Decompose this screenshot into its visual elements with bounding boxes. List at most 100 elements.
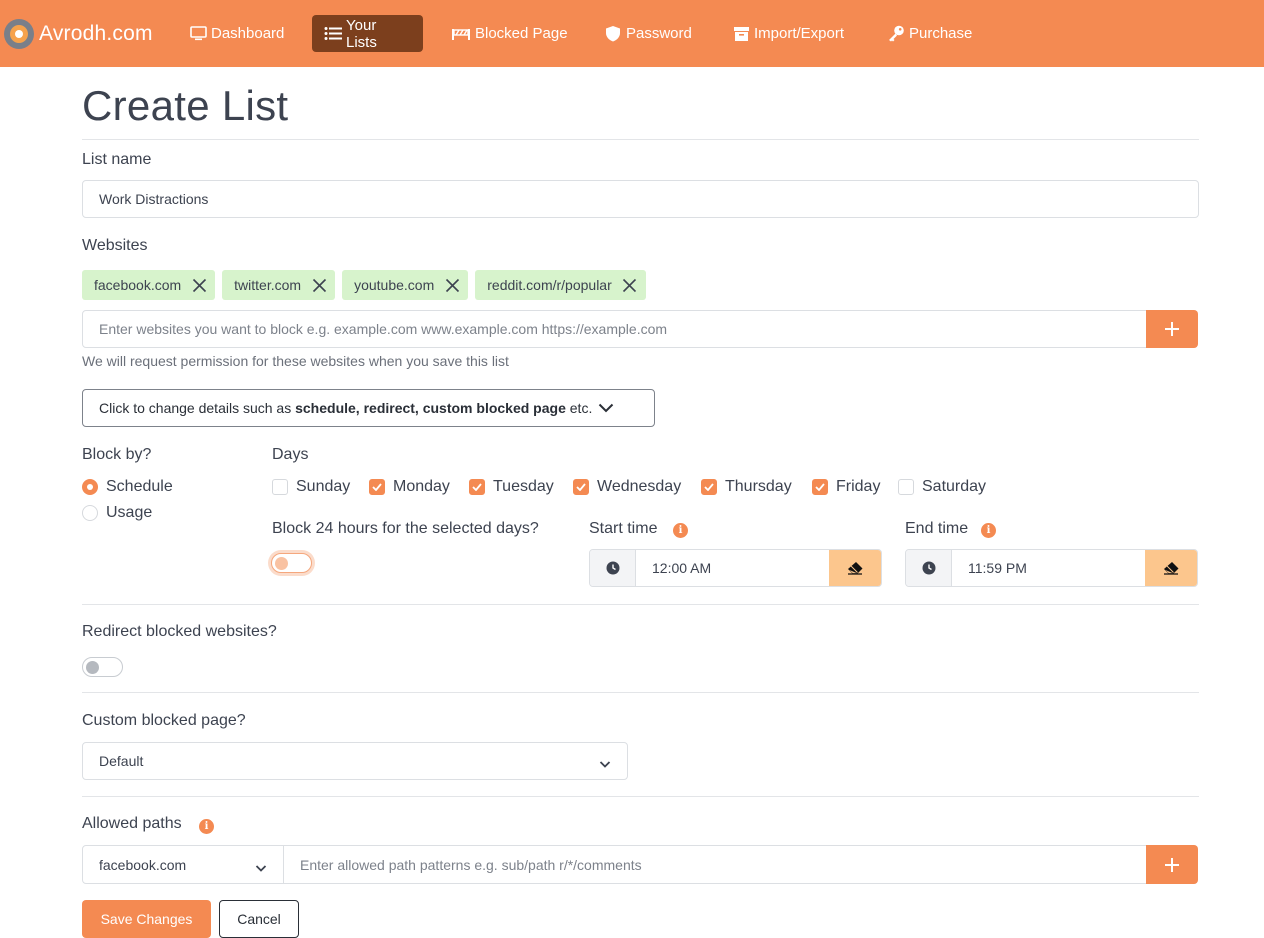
block-by-label: Block by?: [82, 446, 152, 463]
brand-logo-icon: [4, 19, 34, 49]
plus-icon: [1165, 857, 1179, 872]
cancel-button[interactable]: Cancel: [219, 900, 299, 938]
checkbox-checked-icon: [573, 479, 589, 495]
day-label: Friday: [836, 478, 881, 495]
day-label: Monday: [393, 478, 450, 495]
day-label: Saturday: [922, 478, 987, 495]
checkbox-unchecked-icon: [272, 479, 288, 495]
toggle-knob: [86, 661, 99, 674]
day-saturday[interactable]: Saturday: [898, 478, 986, 496]
radio-usage-label: Usage: [106, 504, 153, 521]
chevron-down-icon: [599, 756, 611, 772]
eraser-icon: [1164, 562, 1179, 575]
list-icon: [324, 26, 342, 42]
redirect-label: Redirect blocked websites?: [82, 623, 277, 640]
clear-end-time-button[interactable]: [1145, 550, 1197, 586]
website-tag-label: facebook.com: [94, 277, 182, 293]
allowed-site-value: facebook.com: [99, 856, 187, 873]
brand[interactable]: Avrodh.com: [4, 18, 153, 50]
day-friday[interactable]: Friday: [812, 478, 880, 496]
nav-import-export[interactable]: Import/Export: [720, 15, 856, 52]
radio-schedule-label: Schedule: [106, 478, 173, 495]
radio-unchecked-icon: [82, 505, 98, 521]
divider: [82, 604, 1199, 605]
day-tuesday[interactable]: Tuesday: [469, 478, 554, 496]
nav-your-lists[interactable]: Your Lists: [312, 15, 423, 52]
shield-icon: [604, 26, 622, 42]
add-website-button[interactable]: [1146, 310, 1198, 348]
custom-page-select[interactable]: Default: [82, 742, 628, 780]
info-icon[interactable]: i: [981, 523, 996, 538]
block-24h-toggle[interactable]: [271, 553, 312, 573]
allowed-path-input[interactable]: Enter allowed path patterns e.g. sub/pat…: [283, 845, 1148, 884]
radio-checked-icon: [82, 479, 98, 495]
details-suffix: etc.: [565, 400, 593, 416]
clock-icon: [906, 550, 952, 586]
allowed-path-placeholder: Enter allowed path patterns e.g. sub/pat…: [300, 856, 642, 873]
brand-name: Avrodh.com: [39, 22, 153, 45]
remove-tag-icon[interactable]: [442, 275, 462, 295]
barrier-icon: [451, 26, 471, 42]
checkbox-unchecked-icon: [898, 479, 914, 495]
remove-tag-icon[interactable]: [309, 275, 329, 295]
top-navbar: Avrodh.com Dashboard Your Lists Blocked …: [0, 0, 1264, 67]
website-tag: facebook.com: [82, 270, 216, 300]
day-monday[interactable]: Monday: [369, 478, 450, 496]
checkbox-checked-icon: [701, 479, 717, 495]
details-toggle-button[interactable]: Click to change details such as schedule…: [82, 389, 655, 427]
nav-blocked-page[interactable]: Blocked Page: [439, 15, 580, 52]
list-name-value: Work Distractions: [99, 191, 209, 207]
radio-usage[interactable]: Usage: [82, 504, 152, 522]
website-input-placeholder: Enter websites you want to block e.g. ex…: [99, 321, 668, 337]
nav-password-label: Password: [626, 25, 692, 42]
list-name-label: List name: [82, 151, 152, 168]
day-thursday[interactable]: Thursday: [701, 478, 792, 496]
website-input[interactable]: Enter websites you want to block e.g. ex…: [82, 310, 1148, 348]
divider: [82, 139, 1199, 140]
day-sunday[interactable]: Sunday: [272, 478, 350, 496]
nav-your-lists-label: Your Lists: [346, 16, 377, 51]
plus-icon: [1165, 322, 1179, 336]
info-icon[interactable]: i: [673, 523, 688, 538]
info-icon[interactable]: i: [199, 819, 214, 834]
allowed-paths-label: Allowed paths: [82, 815, 182, 832]
website-tag: reddit.com/r/popular: [475, 270, 646, 300]
nav-blocked-page-label: Blocked Page: [475, 25, 568, 42]
website-tag: twitter.com: [222, 270, 336, 300]
start-time-input[interactable]: 12:00 AM: [636, 550, 829, 586]
website-tag: youtube.com: [342, 270, 469, 300]
eraser-icon: [848, 562, 863, 575]
end-time-input[interactable]: 11:59 PM: [952, 550, 1145, 586]
website-tag-label: twitter.com: [234, 277, 302, 293]
archive-icon: [732, 26, 750, 42]
start-time-group: 12:00 AM: [589, 549, 882, 587]
checkbox-checked-icon: [469, 479, 485, 495]
list-name-input[interactable]: Work Distractions: [82, 180, 1199, 218]
remove-tag-icon[interactable]: [620, 275, 640, 295]
day-wednesday[interactable]: Wednesday: [573, 478, 681, 496]
monitor-icon: [189, 26, 207, 42]
nav-import-export-label: Import/Export: [754, 25, 845, 42]
clear-start-time-button[interactable]: [829, 550, 881, 586]
save-changes-button[interactable]: Save Changes: [82, 900, 211, 938]
end-time-group: 11:59 PM: [905, 549, 1198, 587]
redirect-toggle[interactable]: [82, 657, 123, 677]
day-label: Tuesday: [493, 478, 554, 495]
website-tags: facebook.com twitter.com youtube.com red…: [82, 270, 646, 300]
toggle-knob: [275, 557, 288, 570]
custom-page-value: Default: [99, 753, 144, 769]
allowed-site-select[interactable]: facebook.com: [82, 845, 284, 884]
clock-icon: [590, 550, 636, 586]
block-24h-label: Block 24 hours for the selected days?: [272, 520, 539, 537]
day-label: Sunday: [296, 478, 351, 495]
radio-schedule[interactable]: Schedule: [82, 478, 173, 496]
day-label: Thursday: [725, 478, 792, 495]
start-time-value: 12:00 AM: [652, 560, 712, 576]
days-label: Days: [272, 446, 309, 463]
add-allowed-path-button[interactable]: [1146, 845, 1198, 884]
day-label: Wednesday: [597, 478, 682, 495]
nav-purchase[interactable]: Purchase: [875, 15, 984, 52]
nav-password[interactable]: Password: [592, 15, 704, 52]
nav-dashboard[interactable]: Dashboard: [177, 15, 296, 52]
remove-tag-icon[interactable]: [189, 275, 209, 295]
